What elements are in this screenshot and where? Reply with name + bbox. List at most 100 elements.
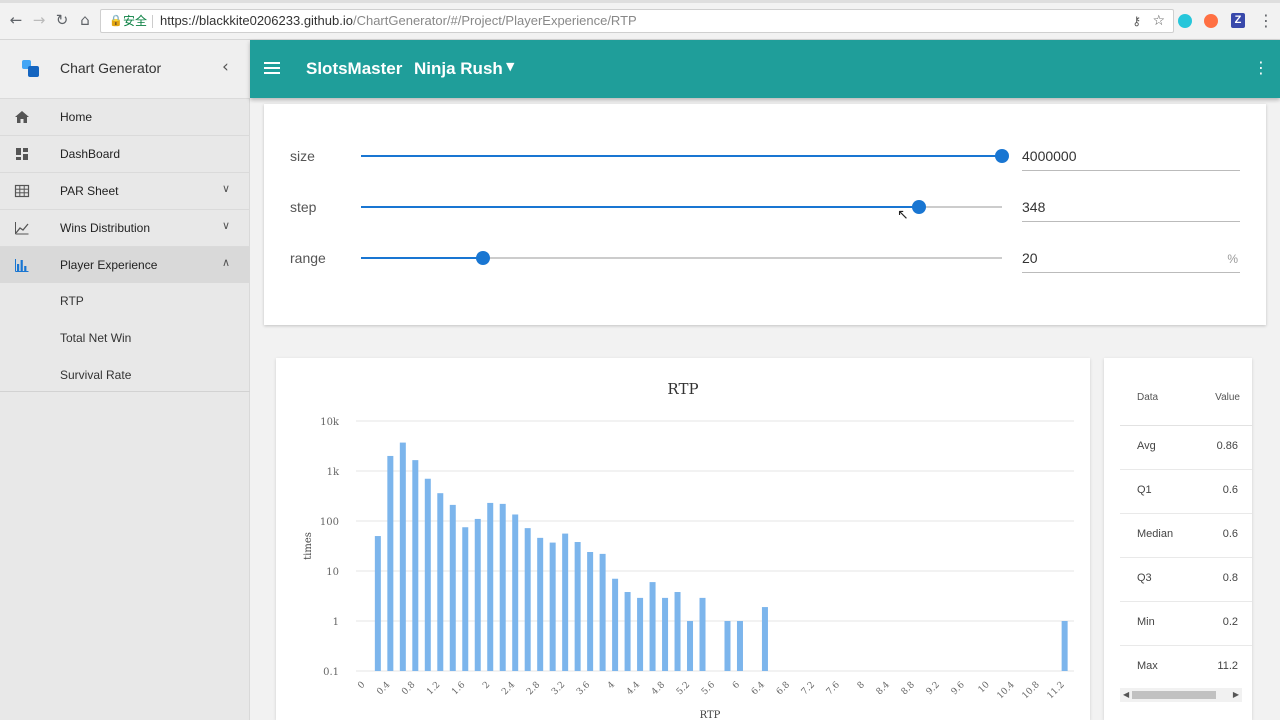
y-axis-label: times xyxy=(303,532,314,560)
chart-bar xyxy=(649,582,656,671)
sidebar-item-label: Wins Distribution xyxy=(60,221,151,235)
range-slider-track[interactable] xyxy=(361,251,1002,265)
table-icon xyxy=(14,184,30,198)
chart-bar xyxy=(699,597,706,671)
stats-card: Data Value Avg 0.86 Q1 0.6 Median 0.6 Q3… xyxy=(1104,358,1252,720)
scroll-left-icon[interactable]: ◀ xyxy=(1123,688,1129,702)
sidebar-item-label: Player Experience xyxy=(60,258,158,272)
back-icon[interactable]: ← xyxy=(8,12,24,28)
x-tick-label: 7.6 xyxy=(825,680,842,697)
chart-bar xyxy=(487,502,494,671)
sidebar-subitem-label: RTP xyxy=(60,294,84,308)
chart-bar xyxy=(736,621,743,671)
sidebar-item-par-sheet[interactable]: PAR Sheet ∨ xyxy=(0,172,250,209)
stat-key: Max xyxy=(1137,660,1158,672)
caret-down-icon[interactable]: ▼ xyxy=(506,60,514,73)
chart-bar xyxy=(462,527,469,671)
range-unit: % xyxy=(1227,252,1238,266)
y-tick-label: 0.1 xyxy=(323,667,339,678)
rtp-chart: 0.1 1 10 100 1k 10k 0 0.4 0.8 1.2 1.6 2 2.4 2.8 3.2 3.6… xyxy=(303,417,1074,720)
url-host: https://blackkite0206233.github.io xyxy=(160,13,353,28)
app-logo-icon xyxy=(22,60,40,78)
dashboard-icon xyxy=(16,148,28,160)
extension-z-icon[interactable]: Z xyxy=(1231,13,1245,28)
x-tick-label: 9.6 xyxy=(950,680,967,697)
chart-bar xyxy=(574,542,581,671)
more-vert-icon[interactable]: ⋮ xyxy=(1253,59,1269,77)
x-tick-label: 10 xyxy=(977,680,992,695)
sidebar-item-player-experience[interactable]: Player Experience ∧ xyxy=(0,246,250,283)
chevron-up-icon: ∧ xyxy=(222,256,231,269)
x-axis-label: RTP xyxy=(700,710,721,720)
chart-bar xyxy=(674,592,681,671)
stats-horizontal-scrollbar[interactable]: ◀ ▶ xyxy=(1120,688,1242,702)
step-slider-row: step 348 xyxy=(264,192,1266,222)
address-separator xyxy=(152,15,153,28)
collapse-sidebar-icon[interactable]: ‹ xyxy=(222,57,229,77)
stat-value: 0.2 xyxy=(1222,616,1238,628)
chart-bar xyxy=(761,607,768,671)
slider-thumb[interactable] xyxy=(911,200,926,214)
scrollbar-thumb[interactable] xyxy=(1132,691,1216,699)
sidebar-item-label: DashBoard xyxy=(60,147,121,161)
sidebar-item-dashboard[interactable]: DashBoard xyxy=(0,135,250,172)
chevron-down-icon: ∨ xyxy=(222,219,231,232)
home-icon xyxy=(15,111,29,123)
chart-bar xyxy=(562,533,569,671)
browser-menu-icon[interactable]: ⋮ xyxy=(1258,11,1274,30)
slider-thumb[interactable] xyxy=(995,149,1009,163)
hamburger-menu-icon[interactable] xyxy=(264,62,280,76)
stat-value: 0.6 xyxy=(1222,484,1238,496)
url-text[interactable]: https://blackkite0206233.github.io/Chart… xyxy=(160,10,637,32)
size-slider-track[interactable] xyxy=(361,149,1009,163)
step-input[interactable]: 348 xyxy=(1022,192,1240,222)
stats-header-data: Data xyxy=(1137,392,1159,403)
sidebar-title: Chart Generator xyxy=(60,60,162,76)
reload-icon[interactable]: ↻ xyxy=(54,12,70,28)
sidebar-item-wins-distribution[interactable]: Wins Distribution ∨ xyxy=(0,209,250,246)
address-bar[interactable]: 🔒 安全 https://blackkite0206233.github.io/… xyxy=(100,9,1174,33)
forward-icon[interactable]: → xyxy=(31,12,47,28)
scroll-right-icon[interactable]: ▶ xyxy=(1233,688,1239,702)
y-tick-label: 10 xyxy=(326,567,339,578)
x-tick-label: 10.4 xyxy=(996,680,1017,701)
key-icon[interactable]: ⚷ xyxy=(1132,10,1141,32)
sidebar-item-label: PAR Sheet xyxy=(60,184,119,198)
range-input[interactable]: 20 % xyxy=(1022,243,1240,273)
chart-bar xyxy=(437,493,444,671)
slider-name: size xyxy=(290,148,315,164)
extension-teal-icon[interactable] xyxy=(1178,14,1192,28)
slider-thumb[interactable] xyxy=(475,251,490,265)
x-tick-label: 4.4 xyxy=(625,680,642,697)
chart-bar xyxy=(724,621,731,671)
browser-tab-strip xyxy=(0,0,1280,3)
home-browser-icon[interactable]: ⌂ xyxy=(77,12,93,28)
x-tick-label: 7.2 xyxy=(800,680,817,697)
size-input[interactable]: 4000000 xyxy=(1022,141,1240,171)
sidebar-subitem-survival-rate[interactable]: Survival Rate xyxy=(0,357,250,394)
slider-fill xyxy=(361,257,483,259)
sidebar-subitem-total-net-win[interactable]: Total Net Win xyxy=(0,320,250,357)
x-tick-label: 8.4 xyxy=(875,680,892,697)
sidebar-item-home[interactable]: Home xyxy=(0,98,250,135)
chart-bar xyxy=(424,478,431,671)
sidebar-subitem-rtp[interactable]: RTP xyxy=(0,283,250,320)
step-value: 348 xyxy=(1022,199,1046,215)
sidebar: Chart Generator ‹ Home DashBoard PAR She… xyxy=(0,40,250,720)
game-selector[interactable]: Ninja Rush xyxy=(414,59,503,79)
size-value: 4000000 xyxy=(1022,148,1077,164)
chart-bar xyxy=(1061,621,1068,671)
chart-bar xyxy=(399,442,406,671)
x-tick-label: 5.6 xyxy=(700,680,717,697)
chart-bar xyxy=(537,537,544,671)
chart-bar xyxy=(499,503,506,671)
x-tick-label: 10.8 xyxy=(1021,680,1042,701)
x-tick-label: 2.8 xyxy=(525,680,542,697)
bookmark-star-icon[interactable]: ☆ xyxy=(1152,10,1165,32)
bar-chart-icon xyxy=(15,259,29,272)
extension-orange-icon[interactable] xyxy=(1204,14,1218,28)
app-name: SlotsMaster xyxy=(306,59,403,78)
chart-bar xyxy=(524,528,531,671)
stat-value: 0.8 xyxy=(1222,572,1238,584)
sidebar-item-label: Home xyxy=(60,110,93,124)
